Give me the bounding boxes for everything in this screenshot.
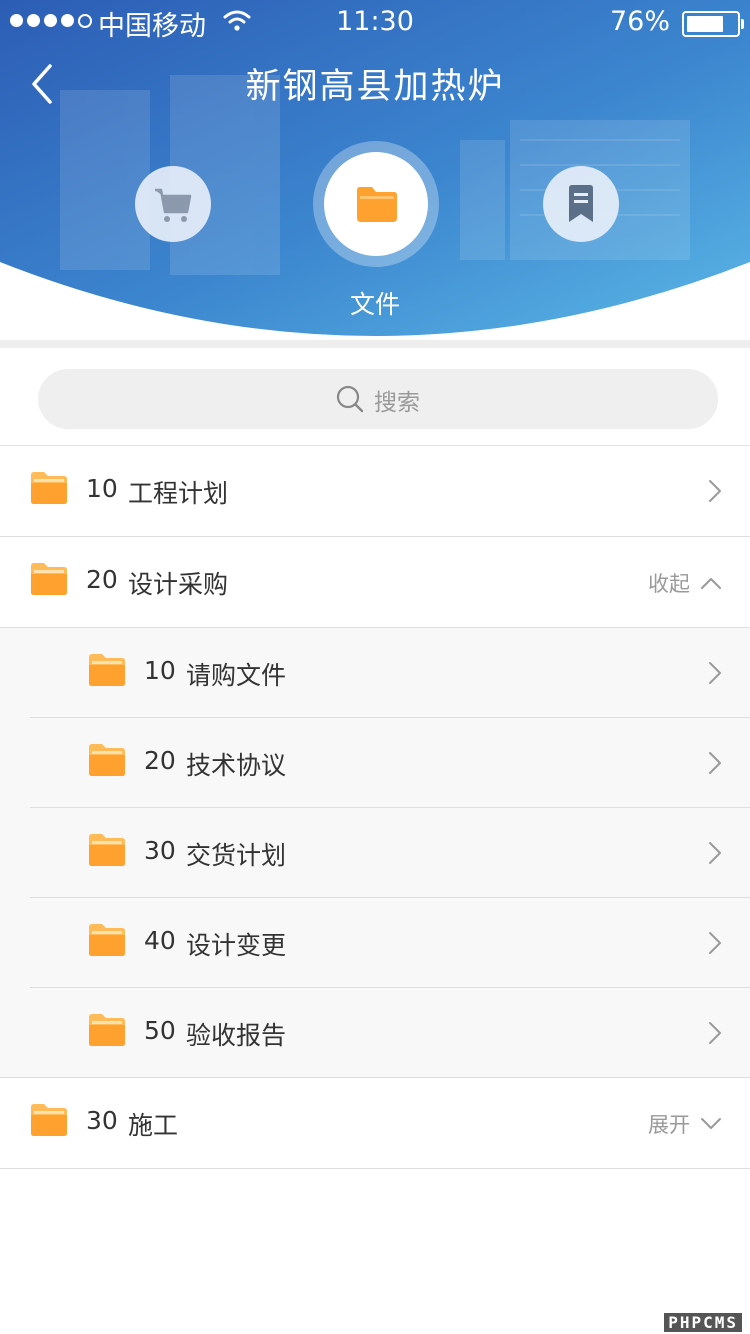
tab-files[interactable] bbox=[324, 152, 428, 256]
folder-icon bbox=[89, 654, 125, 686]
chevron-right-icon bbox=[709, 662, 721, 684]
folder-code: 10 bbox=[86, 474, 118, 503]
tab-files-highlight bbox=[313, 141, 439, 267]
status-bar: 中国移动 11:30 76% bbox=[0, 0, 750, 44]
folder-name: 验收报告 bbox=[186, 1021, 287, 1050]
folder-code: 30 bbox=[144, 836, 176, 865]
folder-code: 40 bbox=[144, 926, 176, 955]
chevron-right-icon bbox=[709, 842, 721, 864]
subfolder-row-acceptance-report[interactable]: 50 验收报告 bbox=[0, 988, 750, 1078]
search-icon bbox=[336, 385, 364, 413]
folder-name: 交货计划 bbox=[186, 841, 287, 870]
folder-code: 10 bbox=[144, 656, 176, 685]
subfolder-row-design-change[interactable]: 40 设计变更 bbox=[0, 898, 750, 988]
folder-icon bbox=[357, 187, 397, 222]
expand-toggle[interactable]: 展开 bbox=[648, 1109, 722, 1139]
folder-icon bbox=[31, 472, 67, 504]
page-title: 新钢高县加热炉 bbox=[245, 67, 505, 107]
battery-percentage: 76% bbox=[609, 6, 670, 37]
subfolder-row-technical-agreement[interactable]: 20 技术协议 bbox=[0, 718, 750, 808]
folder-code: 20 bbox=[86, 565, 118, 594]
chevron-right-icon bbox=[709, 752, 721, 774]
folder-icon bbox=[31, 563, 67, 595]
tab-bookmark[interactable] bbox=[543, 166, 619, 242]
collapse-toggle[interactable]: 收起 bbox=[648, 568, 722, 598]
folder-name: 工程计划 bbox=[128, 479, 229, 508]
folder-code: 20 bbox=[144, 746, 176, 775]
battery-level bbox=[687, 16, 724, 32]
active-tab-label: 文件 bbox=[349, 290, 400, 319]
search-input[interactable]: 搜索 bbox=[38, 369, 718, 429]
watermark: PHPCMS bbox=[664, 1313, 742, 1332]
folder-icon bbox=[89, 924, 125, 956]
chevron-up-icon bbox=[701, 578, 721, 589]
tab-cart[interactable] bbox=[135, 166, 211, 242]
folder-name: 设计采购 bbox=[128, 570, 229, 599]
chevron-down-icon bbox=[701, 1118, 721, 1129]
header: 中国移动 11:30 76% 新钢高县加热炉 文件 bbox=[0, 0, 750, 340]
chevron-right-icon bbox=[709, 480, 721, 502]
folder-row-design-procurement[interactable]: 20 设计采购 收起 bbox=[0, 537, 750, 628]
bookmark-icon bbox=[569, 185, 593, 222]
folder-code: 30 bbox=[86, 1106, 118, 1135]
folder-code: 50 bbox=[144, 1016, 176, 1045]
folder-icon bbox=[89, 1014, 125, 1046]
search-placeholder: 搜索 bbox=[374, 390, 420, 416]
battery-icon bbox=[682, 11, 744, 37]
subfolder-row-purchase-requisition[interactable]: 10 请购文件 bbox=[0, 628, 750, 718]
folder-name: 请购文件 bbox=[186, 661, 287, 690]
collapse-label: 收起 bbox=[648, 572, 690, 596]
section-divider bbox=[0, 340, 750, 348]
search-bar-container: 搜索 bbox=[0, 348, 750, 446]
folder-row-construction[interactable]: 30 施工 展开 bbox=[0, 1078, 750, 1169]
folder-name: 技术协议 bbox=[186, 751, 287, 780]
folder-icon bbox=[31, 1104, 67, 1136]
folder-icon bbox=[89, 834, 125, 866]
chevron-right-icon bbox=[709, 932, 721, 954]
expand-label: 展开 bbox=[648, 1113, 690, 1137]
folder-list: 10 工程计划 20 设计采购 收起 10 请购文件 20 技术协议 30 交货… bbox=[0, 446, 750, 1169]
cart-icon bbox=[155, 188, 192, 222]
folder-icon bbox=[89, 744, 125, 776]
folder-row-engineering-plan[interactable]: 10 工程计划 bbox=[0, 446, 750, 537]
chevron-right-icon bbox=[709, 1022, 721, 1044]
subfolder-row-delivery-plan[interactable]: 30 交货计划 bbox=[0, 808, 750, 898]
folder-name: 施工 bbox=[128, 1111, 179, 1140]
folder-name: 设计变更 bbox=[186, 931, 287, 960]
